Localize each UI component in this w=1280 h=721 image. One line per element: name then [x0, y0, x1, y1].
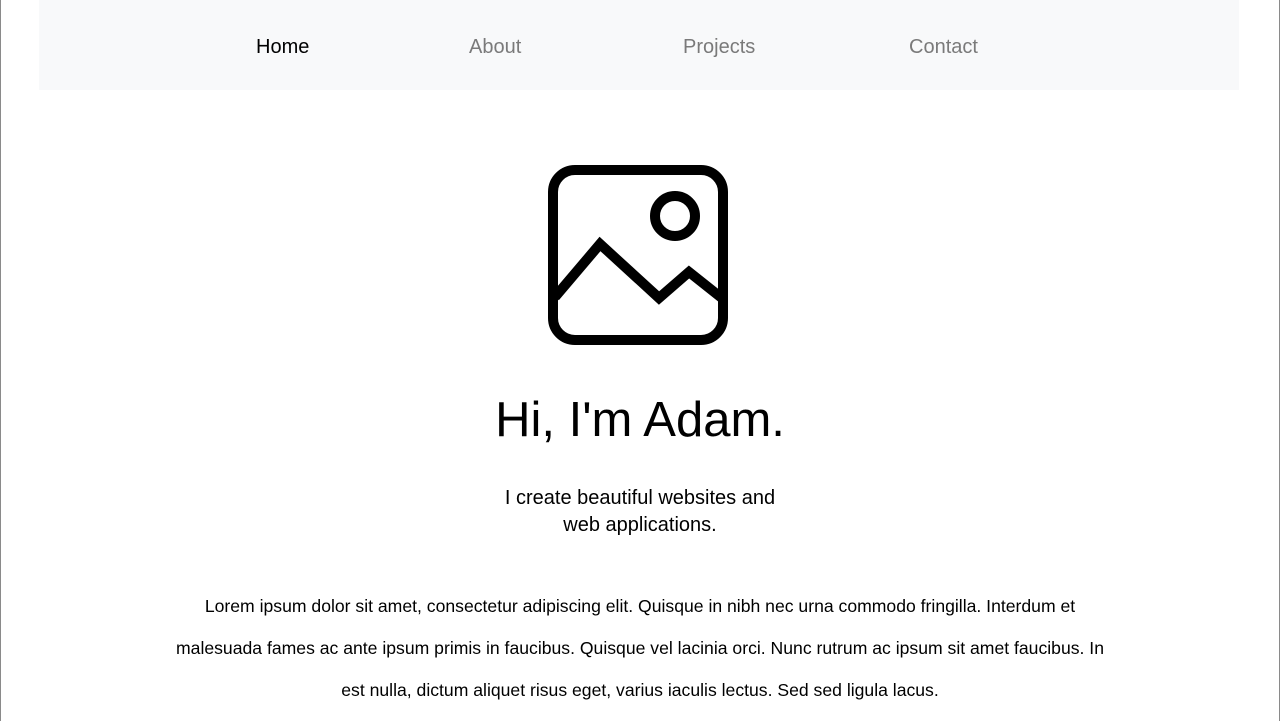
navbar: Home About Projects Contact [39, 0, 1239, 90]
hero-body-text: Lorem ipsum dolor sit amet, consectetur … [176, 596, 1104, 700]
nav-item-projects[interactable]: Projects [683, 34, 755, 60]
nav-item-about[interactable]: About [469, 34, 521, 60]
hero-subtitle: I create beautiful websites and web appl… [504, 487, 776, 536]
nav-item-home[interactable]: Home [256, 34, 309, 60]
nav-item-contact[interactable]: Contact [909, 34, 978, 60]
image-placeholder-icon [548, 165, 728, 345]
page-frame: Home About Projects Contact Hi, I'm Adam… [0, 0, 1280, 721]
hero-title: Hi, I'm Adam. [495, 393, 785, 447]
